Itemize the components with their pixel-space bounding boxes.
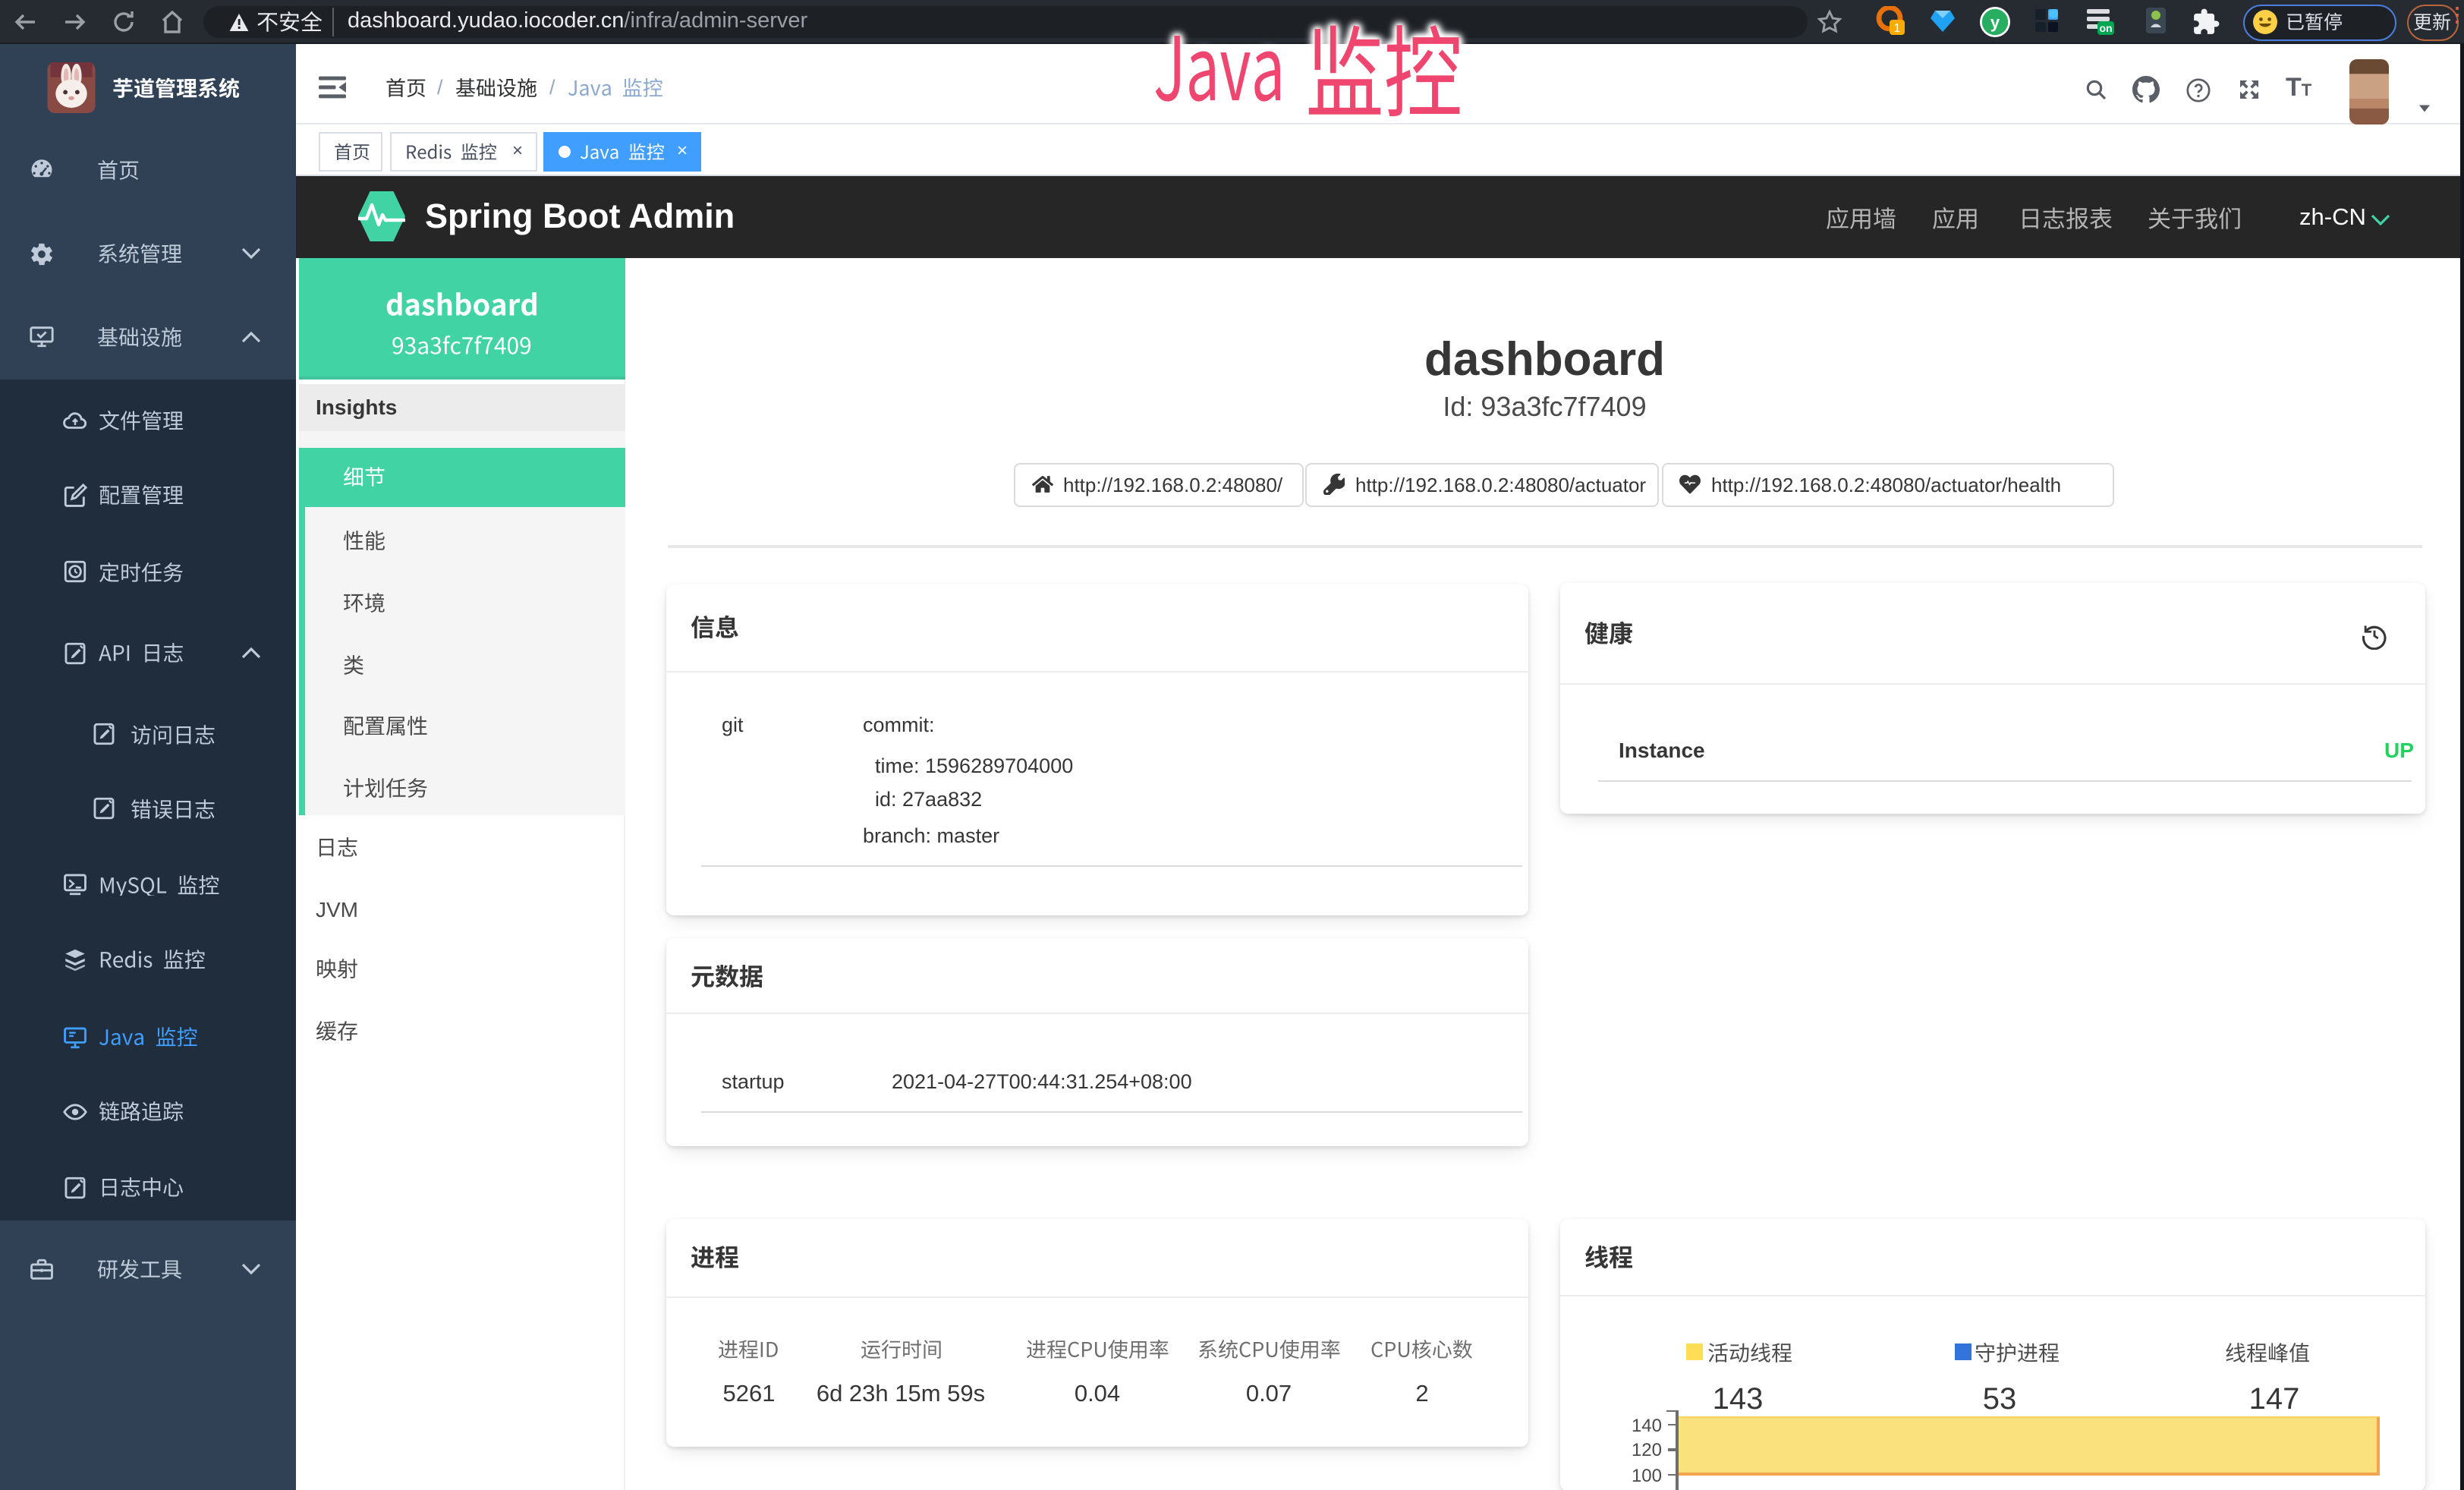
svg-text:y: y: [1990, 12, 2000, 31]
svg-text:on: on: [2099, 22, 2112, 34]
svg-text:1: 1: [1894, 22, 1901, 35]
